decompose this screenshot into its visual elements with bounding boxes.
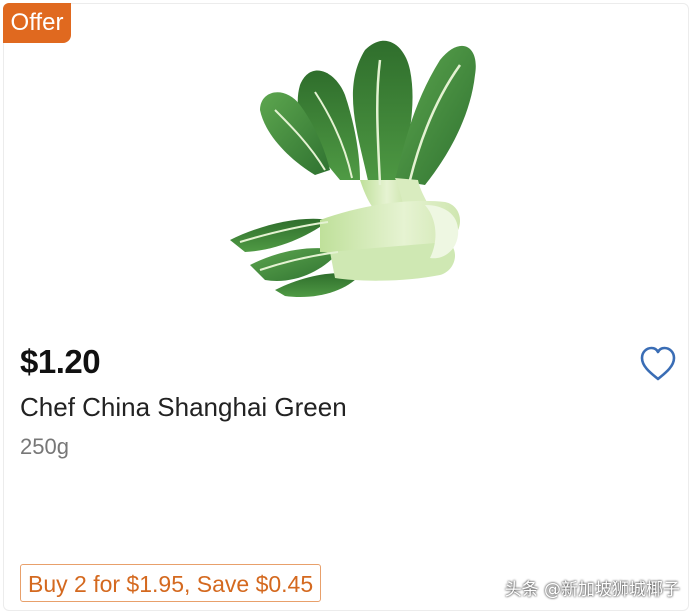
promotion-badge: Buy 2 for $1.95, Save $0.45 <box>20 564 322 602</box>
product-price: $1.20 <box>20 343 101 380</box>
product-image[interactable] <box>220 30 490 298</box>
heart-outline-icon[interactable] <box>638 344 678 384</box>
watermark: 头条 @新加坡狮城椰子 <box>504 580 680 600</box>
product-size: 250g <box>20 434 69 459</box>
offer-badge: Offer <box>3 3 71 43</box>
product-name[interactable]: Chef China Shanghai Green <box>20 392 347 423</box>
